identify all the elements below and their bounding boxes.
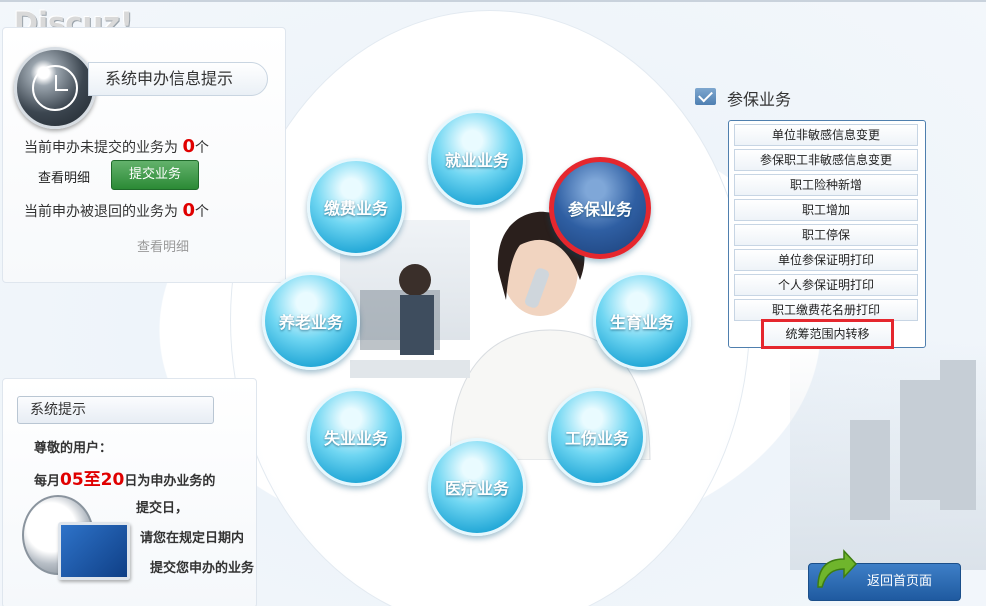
unit-label: 个 <box>194 140 209 156</box>
greeting-text: 尊敬的用户： <box>34 441 113 456</box>
rejected-count: 0 <box>182 200 195 221</box>
view-rejected-detail-link[interactable]: 查看明细 <box>137 236 189 255</box>
menu-item-add-employee[interactable]: 职工增加 <box>734 199 918 221</box>
system-tip-title: 系统提示 <box>17 396 214 424</box>
date-suffix: 日为申办业务的 <box>124 474 216 489</box>
date-notice-line: 每月05至20日为申办业务的 <box>34 465 215 490</box>
payment-business-button[interactable]: 缴费业务 <box>307 158 405 256</box>
employment-business-button[interactable]: 就业业务 <box>428 110 526 208</box>
menu-item-new-insurance-type[interactable]: 职工险种新增 <box>734 174 918 196</box>
rejected-label: 当前申办被退回的业务为 <box>24 204 178 220</box>
return-arrow-icon <box>817 549 858 588</box>
panel-title: 系统申办信息提示 <box>88 62 268 96</box>
monitor-icon <box>58 522 130 580</box>
unsubmitted-count: 0 <box>182 136 195 157</box>
submit-business-button[interactable]: 提交业务 <box>111 160 199 190</box>
medical-business-button[interactable]: 医疗业务 <box>428 438 526 536</box>
menu-item-employee-info-change[interactable]: 参保职工非敏感信息变更 <box>734 149 918 171</box>
view-detail-link[interactable]: 查看明细 <box>38 167 90 186</box>
top-border <box>0 0 986 2</box>
clock-icon <box>14 47 96 129</box>
insurance-business-button[interactable]: 参保业务 <box>549 157 651 259</box>
menu-item-unit-certificate-print[interactable]: 单位参保证明打印 <box>734 249 918 271</box>
menu-item-payment-roster-print[interactable]: 职工缴费花名册打印 <box>734 299 918 321</box>
notice-line-4: 提交您申办的业务 <box>150 561 255 576</box>
date-range: 05至20 <box>60 470 125 490</box>
date-prefix: 每月 <box>34 474 61 489</box>
pension-business-button[interactable]: 养老业务 <box>262 272 360 370</box>
unit-label-2: 个 <box>194 204 209 220</box>
rejected-line: 当前申办被退回的业务为 0个 <box>24 200 209 221</box>
unsubmitted-line: 当前申办未提交的业务为 0个 <box>24 136 209 157</box>
menu-item-stop-insurance[interactable]: 职工停保 <box>734 224 918 246</box>
notice-line-3: 请您在规定日期内 <box>140 531 245 546</box>
injury-business-button[interactable]: 工伤业务 <box>548 388 646 486</box>
menu-item-personal-certificate-print[interactable]: 个人参保证明打印 <box>734 274 918 296</box>
maternity-business-button[interactable]: 生育业务 <box>593 272 691 370</box>
insurance-section-title: 参保业务 <box>727 90 792 109</box>
unsubmitted-label: 当前申办未提交的业务为 <box>24 140 178 156</box>
menu-item-unit-info-change[interactable]: 单位非敏感信息变更 <box>734 124 918 146</box>
unemployment-business-button[interactable]: 失业业务 <box>307 388 405 486</box>
notice-line-2: 提交日， <box>136 501 189 516</box>
office-monitors-illustration <box>790 340 986 570</box>
checkbox-icon <box>695 88 716 105</box>
menu-item-transfer-within-scope[interactable]: 统筹范围内转移 <box>761 319 894 349</box>
